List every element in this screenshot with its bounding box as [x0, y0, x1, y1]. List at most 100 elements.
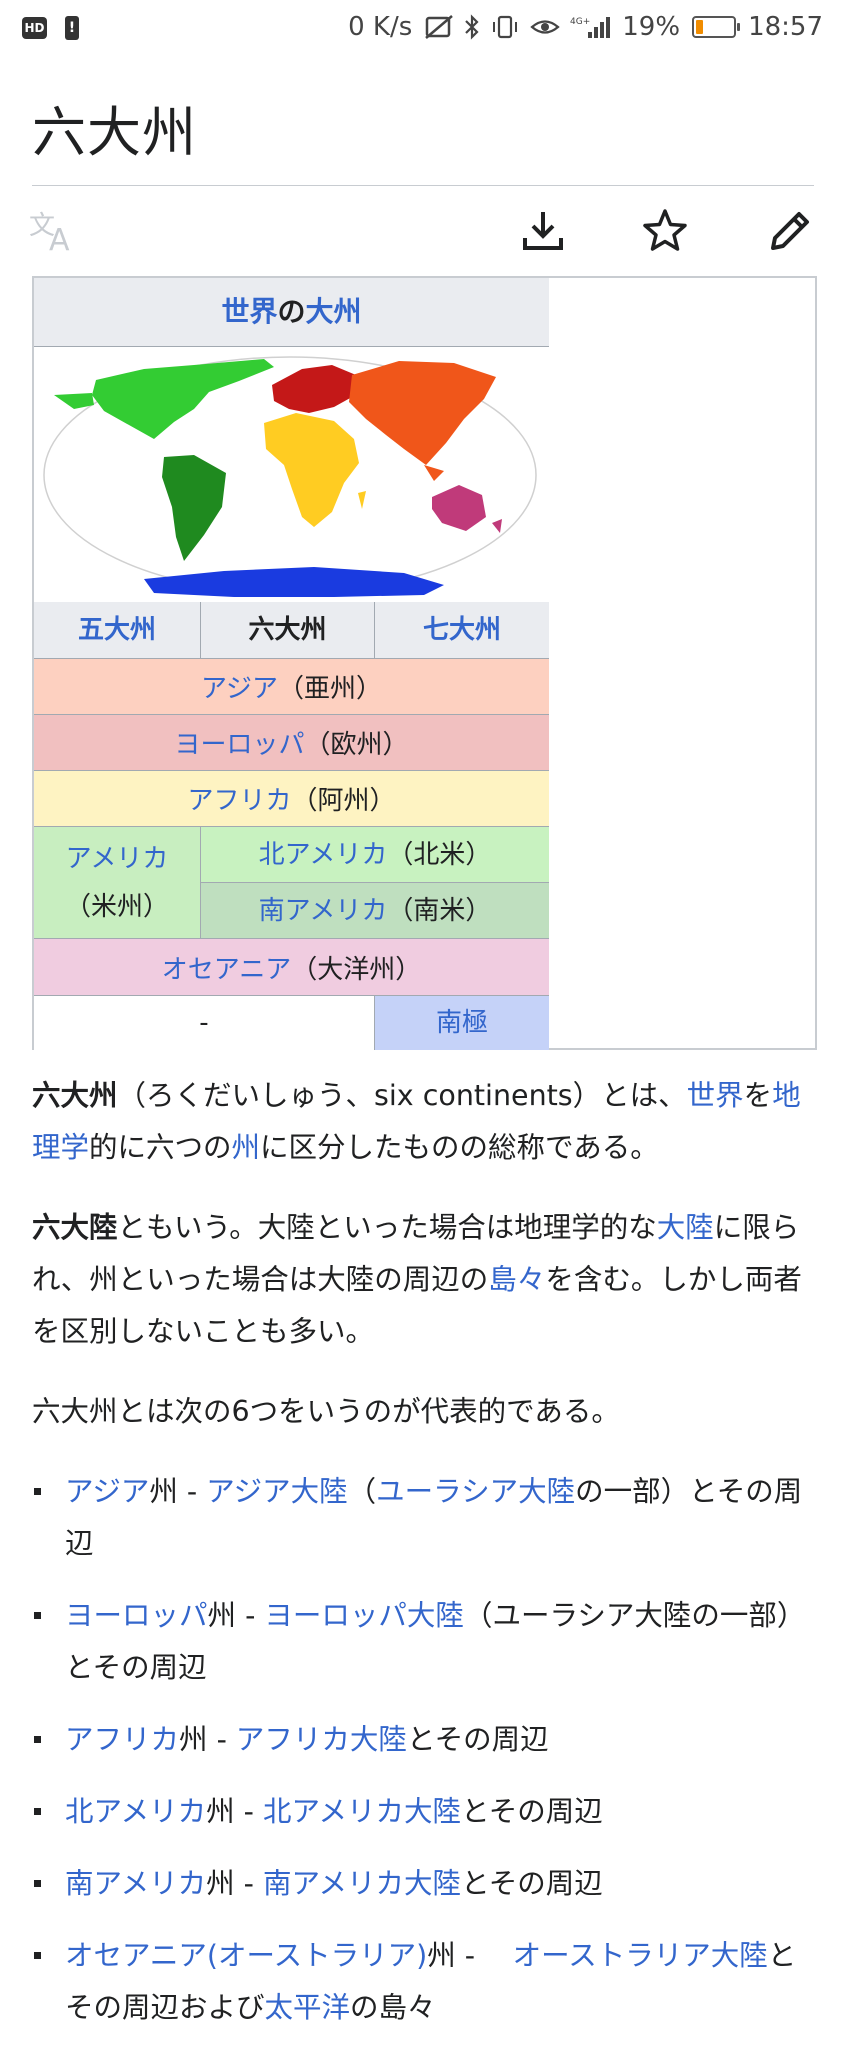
intro-text-3: 的に六つの [89, 1131, 232, 1164]
vibrate-icon [493, 15, 518, 39]
europe-link[interactable]: ヨーロッパ [174, 724, 304, 761]
page-title: 六大州 [32, 101, 197, 164]
list-link[interactable]: 南アメリカ大陸 [263, 1867, 461, 1900]
tab-seven-continents[interactable]: 七大州 [375, 602, 549, 659]
list-link[interactable]: 太平洋 [265, 1991, 351, 2024]
tab-five-continents[interactable]: 五大州 [34, 602, 201, 659]
tab-six-continents-label: 六大州 [248, 615, 327, 645]
list-link[interactable]: アジア [65, 1475, 149, 1508]
list-link[interactable]: アフリカ大陸 [236, 1723, 407, 1756]
intro-bold-term: 六大州 [32, 1079, 118, 1112]
battery-icon [692, 16, 741, 38]
svg-text:4G+: 4G+ [570, 17, 590, 27]
page-toolbar: 文A [29, 200, 816, 260]
america-suffix: （米州） [64, 891, 169, 922]
network-speed: 0 K/s [348, 12, 413, 42]
south-america-link[interactable]: 南アメリカ [259, 887, 388, 935]
cell-empty: - [34, 996, 375, 1050]
infobox-title: 世界の大州 [34, 278, 549, 347]
list-text: 州 - [427, 1939, 513, 1972]
download-icon[interactable] [517, 205, 569, 257]
alias-bold-term: 六大陸 [32, 1211, 118, 1244]
eye-comfort-icon [530, 20, 560, 34]
translate-icon[interactable]: 文A [28, 205, 80, 257]
row-africa: アフリカ （阿州） [34, 771, 549, 827]
list-item: アジア州 - アジア大陸（ユーラシア大陸の一部）とその周辺 [32, 1466, 814, 1570]
list-link[interactable]: ヨーロッパ [65, 1599, 208, 1632]
list-text: 州 - [206, 1867, 263, 1900]
africa-suffix: （阿州） [291, 786, 396, 816]
status-bar: HD ! 0 K/s 4G+ 19% 18:57 [0, 0, 845, 58]
list-link[interactable]: アフリカ [65, 1723, 179, 1756]
signal-4g-icon: 4G+ [570, 17, 611, 38]
list-item: 北アメリカ州 - 北アメリカ大陸とその周辺 [32, 1786, 814, 1838]
no-sim-icon [425, 15, 454, 39]
list-item: オセアニア(オーストラリア)州 - オーストラリア大陸とその周辺および太平洋の島… [32, 1930, 814, 2034]
hd-icon: HD [22, 17, 47, 39]
list-link[interactable]: ヨーロッパ大陸 [264, 1599, 464, 1632]
infobox-title-link-world[interactable]: 世界 [221, 295, 277, 328]
antarctica-link[interactable]: 南極 [436, 999, 488, 1047]
continent-list: アジア州 - アジア大陸（ユーラシア大陸の一部）とその周辺 ヨーロッパ州 - ヨ… [32, 1466, 814, 2034]
list-link[interactable]: アジア大陸 [206, 1475, 347, 1508]
oceania-suffix: （大洋州） [291, 954, 422, 985]
list-item: 南アメリカ州 - 南アメリカ大陸とその周辺 [32, 1858, 814, 1910]
clock: 18:57 [748, 12, 823, 42]
cell-antarctica: 南極 [375, 996, 549, 1050]
list-text: とその周辺 [461, 1795, 603, 1828]
europe-suffix: （欧州） [304, 730, 409, 760]
cell-south-america: 南アメリカ （南米） [201, 883, 549, 939]
paragraph-alias: 六大陸ともいう。大陸といった場合は地理学的な大陸に限られ、州といった場合は大陸の… [32, 1202, 814, 1358]
battery-percent: 19% [622, 12, 681, 42]
intro-text-4: に区分したものの総称である。 [260, 1131, 659, 1164]
list-item: ヨーロッパ州 - ヨーロッパ大陸（ユーラシア大陸の一部）とその周辺 [32, 1590, 814, 1694]
link-world[interactable]: 世界 [687, 1079, 744, 1112]
link-province[interactable]: 州 [232, 1131, 261, 1164]
list-link[interactable]: ユーラシア大陸 [376, 1475, 575, 1508]
north-america-link[interactable]: 北アメリカ [259, 831, 388, 879]
empty-cell-dash: - [199, 1008, 209, 1038]
list-link[interactable]: 北アメリカ [65, 1795, 206, 1828]
link-islands[interactable]: 島々 [488, 1263, 545, 1296]
alert-icon: ! [65, 16, 79, 40]
list-text: 州 - [179, 1723, 236, 1756]
star-icon[interactable] [639, 205, 691, 257]
america-link[interactable]: アメリカ [66, 835, 169, 883]
infobox-title-link-continents[interactable]: 大州 [306, 295, 362, 328]
world-map-image [43, 356, 537, 597]
asia-suffix: （亜州） [277, 674, 382, 704]
tab-seven-continents-label[interactable]: 七大州 [423, 606, 501, 654]
africa-link[interactable]: アフリカ [187, 780, 291, 817]
paragraph-list-intro: 六大州とは次の6つをいうのが代表的である。 [32, 1395, 620, 1428]
list-text: の島々 [350, 1991, 436, 2024]
list-link[interactable]: 南アメリカ [65, 1867, 206, 1900]
intro-text-2: を [743, 1079, 773, 1112]
list-link[interactable]: オーストラリア大陸 [513, 1939, 768, 1972]
list-item: アフリカ州 - アフリカ大陸とその周辺 [32, 1714, 814, 1766]
cell-america: アメリカ （米州） [34, 827, 201, 939]
paragraph-intro: 六大州（ろくだいしゅう、six continents）とは、世界を地理学的に六つ… [32, 1070, 814, 1174]
asia-link[interactable]: アジア [201, 668, 278, 705]
list-link[interactable]: 北アメリカ大陸 [263, 1795, 461, 1828]
world-continents-map[interactable] [34, 347, 549, 604]
north-america-suffix: （北米） [387, 839, 492, 870]
title-divider [32, 185, 814, 186]
list-text: 州 - [206, 1795, 263, 1828]
link-continent[interactable]: 大陸 [657, 1211, 714, 1244]
row-asia: アジア （亜州） [34, 659, 549, 715]
oceania-link[interactable]: オセアニア [162, 949, 291, 986]
edit-pencil-icon[interactable] [764, 205, 816, 257]
cell-north-america: 北アメリカ （北米） [201, 827, 549, 883]
row-europe: ヨーロッパ （欧州） [34, 715, 549, 771]
tab-five-continents-label[interactable]: 五大州 [78, 606, 156, 654]
list-text: とその周辺 [461, 1867, 603, 1900]
row-oceania: オセアニア （大洋州） [34, 939, 549, 996]
list-text: 州 - [149, 1475, 207, 1508]
list-link[interactable]: オセアニア(オーストラリア) [65, 1939, 427, 1972]
infobox-table: 世界の大州 五大州 六大州 七大州 アジア （亜州） ヨーロッパ （欧州） アフ… [34, 278, 549, 1050]
intro-text-1: （ろくだいしゅう、six continents）とは、 [117, 1079, 687, 1112]
list-text: （ [347, 1475, 377, 1508]
article-body: 六大州（ろくだいしゅう、six continents）とは、世界を地理学的に六つ… [32, 1070, 814, 2054]
bluetooth-icon [465, 14, 479, 40]
list-text: とその周辺 [406, 1723, 549, 1756]
